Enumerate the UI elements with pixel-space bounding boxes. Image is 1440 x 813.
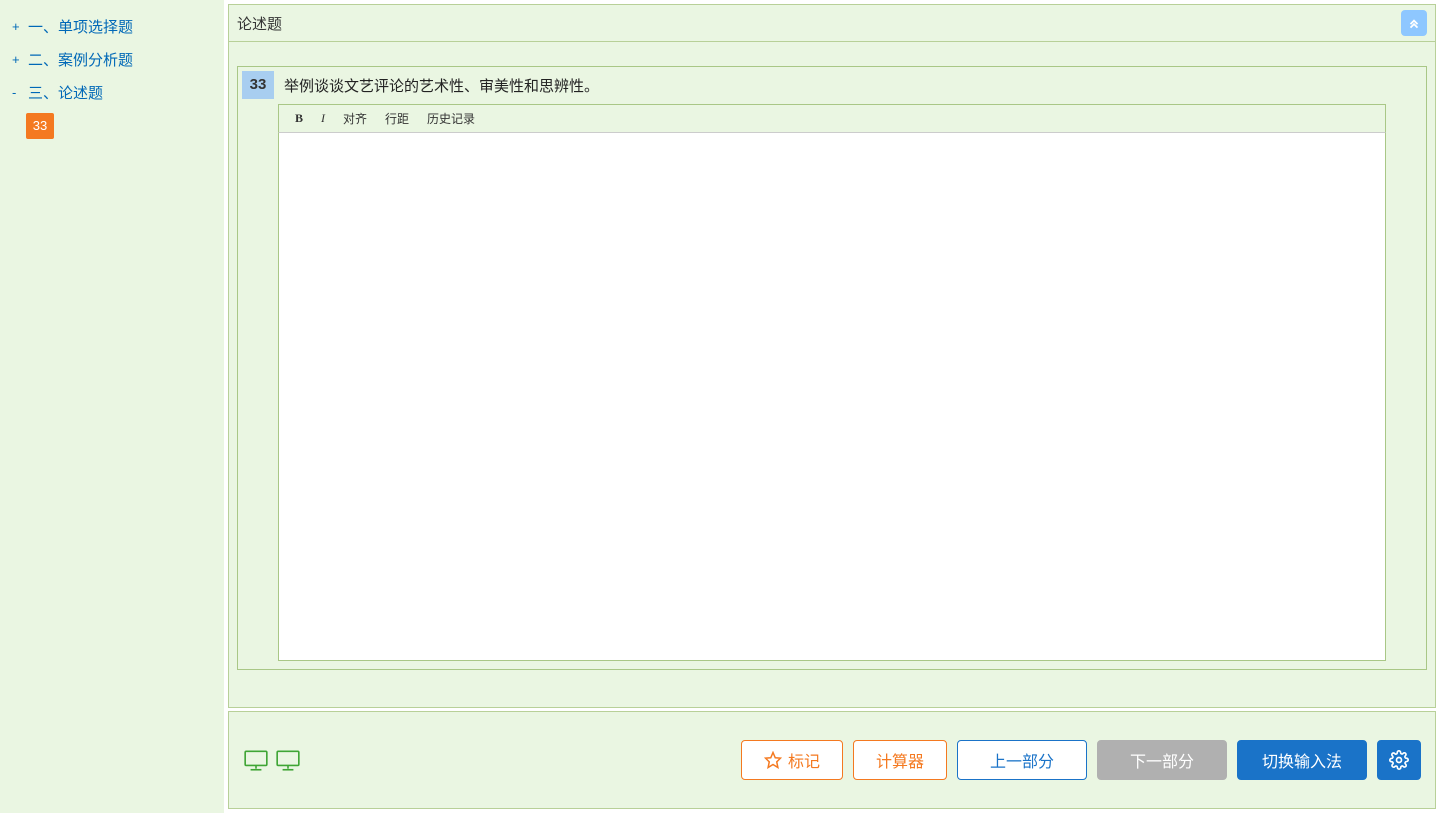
header: 论述题 (228, 4, 1436, 42)
history-button[interactable]: 历史记录 (419, 108, 483, 129)
scroll-to-top-button[interactable] (1401, 10, 1427, 36)
question-block: 33 举例谈谈文艺评论的艺术性、审美性和思辨性。 B I 对齐 行距 历史记录 (237, 66, 1427, 670)
answer-textarea[interactable] (278, 133, 1386, 661)
editor-toolbar: B I 对齐 行距 历史记录 (278, 104, 1386, 133)
expand-icon: + (12, 52, 24, 67)
sidebar-section-label: 三、论述题 (28, 82, 103, 103)
sidebar: + 一、单项选择题 + 二、案例分析题 - 三、论述题 33 (0, 0, 224, 813)
footer-right: 标记 计算器 上一部分 下一部分 切换输入法 (741, 740, 1421, 780)
next-section-button: 下一部分 (1097, 740, 1227, 780)
align-button[interactable]: 对齐 (335, 108, 375, 129)
switch-ime-button[interactable]: 切换输入法 (1237, 740, 1367, 780)
content-area: 33 举例谈谈文艺评论的艺术性、审美性和思辨性。 B I 对齐 行距 历史记录 (228, 42, 1436, 708)
question-header: 33 举例谈谈文艺评论的艺术性、审美性和思辨性。 (238, 67, 1426, 104)
footer: 标记 计算器 上一部分 下一部分 切换输入法 (228, 711, 1436, 809)
gear-icon (1389, 750, 1409, 770)
sidebar-section-1[interactable]: + 一、单项选择题 (8, 10, 216, 43)
content-scroll[interactable]: 33 举例谈谈文艺评论的艺术性、审美性和思辨性。 B I 对齐 行距 历史记录 (229, 42, 1435, 707)
mark-button[interactable]: 标记 (741, 740, 843, 780)
monitor-icon (275, 749, 301, 771)
editor: B I 对齐 行距 历史记录 (278, 104, 1386, 661)
calculator-label: 计算器 (876, 748, 924, 772)
prev-section-button[interactable]: 上一部分 (957, 740, 1087, 780)
sidebar-section-3[interactable]: - 三、论述题 (8, 76, 216, 109)
sidebar-section-label: 一、单项选择题 (28, 16, 133, 37)
settings-button[interactable] (1377, 740, 1421, 780)
bold-button[interactable]: B (287, 109, 311, 128)
question-nav-item-33[interactable]: 33 (26, 113, 54, 139)
linespace-button[interactable]: 行距 (377, 108, 417, 129)
next-label: 下一部分 (1130, 748, 1194, 772)
sidebar-section-label: 二、案例分析题 (28, 49, 133, 70)
italic-button[interactable]: I (313, 109, 333, 128)
footer-left (243, 749, 301, 771)
star-icon (764, 751, 782, 769)
sidebar-section-2[interactable]: + 二、案例分析题 (8, 43, 216, 76)
prev-label: 上一部分 (990, 748, 1054, 772)
main-panel: 论述题 33 举例谈谈文艺评论的艺术性、审美性和思辨性。 B I 对齐 (224, 0, 1440, 813)
chevron-double-up-icon (1407, 16, 1421, 30)
question-nav: 33 (26, 113, 216, 139)
expand-icon: + (12, 19, 24, 34)
calculator-button[interactable]: 计算器 (853, 740, 947, 780)
collapse-icon: - (12, 85, 24, 100)
question-text: 举例谈谈文艺评论的艺术性、审美性和思辨性。 (274, 71, 1422, 100)
question-number: 33 (242, 71, 274, 99)
monitor-icon (243, 749, 269, 771)
mark-label: 标记 (788, 748, 820, 772)
section-title: 论述题 (237, 13, 282, 34)
ime-label: 切换输入法 (1262, 748, 1342, 772)
